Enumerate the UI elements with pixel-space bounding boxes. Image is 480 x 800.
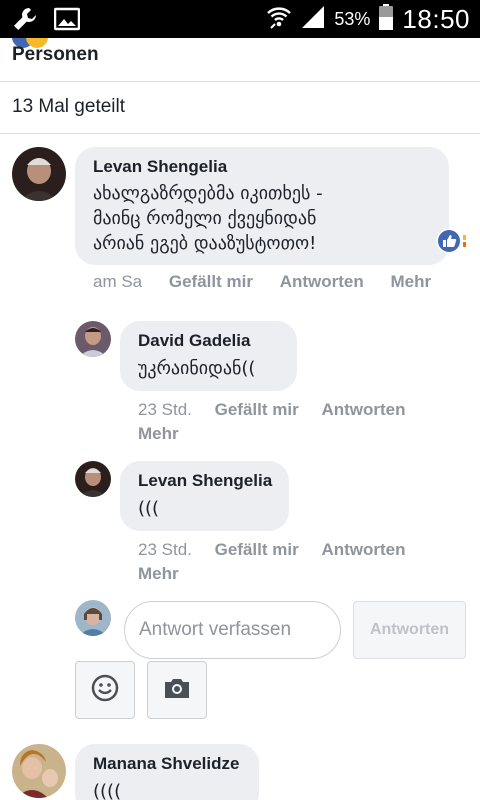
smiley-icon [90,673,120,707]
comment-actions: am Sa Gefällt mir Antworten Mehr [93,272,431,292]
avatar[interactable] [12,744,66,798]
comment-author[interactable]: Manana Shvelidze [93,754,239,774]
more-link[interactable]: Mehr [138,424,179,443]
comment-author[interactable]: Levan Shengelia [93,157,227,177]
avatar[interactable] [75,461,111,497]
avatar [75,600,111,636]
reply-input[interactable] [125,602,340,658]
like-link[interactable]: Gefällt mir [215,400,299,419]
avatar[interactable] [12,147,66,201]
reply-input-wrapper [124,601,341,659]
emoji-button[interactable] [75,661,135,719]
reply-link[interactable]: Antworten [321,400,405,419]
reply-link[interactable]: Antworten [321,540,405,559]
reply-submit-button[interactable]: Antworten [353,601,466,659]
battery-percent: 53% [334,8,371,29]
shares-count: 13 Mal geteilt [12,96,126,117]
wrench-icon [12,6,38,36]
comment-text: უკრაინიდან(( [138,358,256,379]
reactions-label: Personen [12,44,99,65]
comment-time: am Sa [93,272,143,291]
status-bar: 53% 18:50 [0,0,480,38]
comment-text: ((( [138,498,160,519]
battery-icon [378,3,394,35]
comment-time: 23 Std. [138,400,192,419]
comment-actions: 23 Std. Gefällt mir Antworten Mehr [138,398,458,446]
photo-button[interactable] [147,661,207,719]
reply-link[interactable]: Antworten [280,272,364,291]
image-icon [53,7,81,35]
shares-row[interactable]: 13 Mal geteilt [0,82,480,134]
like-badge[interactable] [436,228,466,254]
comment-time: 23 Std. [138,540,192,559]
reactions-summary[interactable]: Personen [0,38,480,82]
camera-icon [163,676,191,704]
comment-actions: 23 Std. Gefällt mir Antworten Mehr [138,538,458,586]
like-link[interactable]: Gefällt mir [215,540,299,559]
more-link[interactable]: Mehr [390,272,431,291]
clock: 18:50 [402,3,470,34]
wifi-icon [266,4,292,34]
comment-author[interactable]: Levan Shengelia [138,471,272,491]
like-link[interactable]: Gefällt mir [169,272,253,291]
more-link[interactable]: Mehr [138,564,179,583]
avatar[interactable] [75,321,111,357]
comment-text: ახალგაზრდებმა იკითხეს - მაინც რომელი ქვე… [93,183,323,254]
comment-author[interactable]: David Gadelia [138,331,250,351]
comment-text: (((( [93,781,122,800]
signal-icon [300,4,326,34]
